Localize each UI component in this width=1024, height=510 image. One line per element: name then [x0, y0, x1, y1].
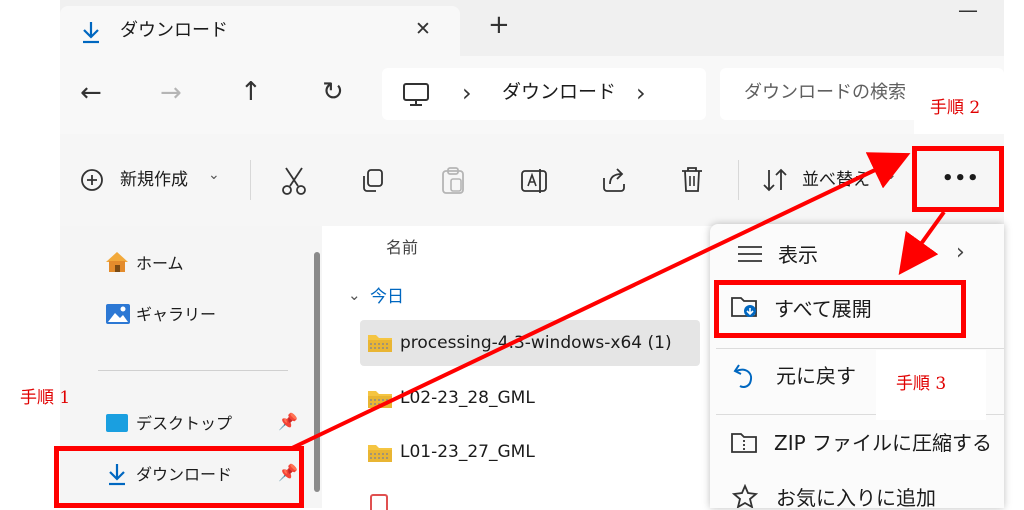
- highlight-step2: [912, 146, 1004, 212]
- annotation-step3: 手順 3: [896, 374, 947, 394]
- highlight-step1: [54, 446, 304, 508]
- annotation-arrows: [291, 152, 946, 450]
- arrow-step2-to-step3: [898, 210, 946, 275]
- highlight-step3: [714, 280, 966, 338]
- annotation-step1: 手順 1: [20, 388, 71, 408]
- annotation-step2: 手順 2: [930, 98, 981, 118]
